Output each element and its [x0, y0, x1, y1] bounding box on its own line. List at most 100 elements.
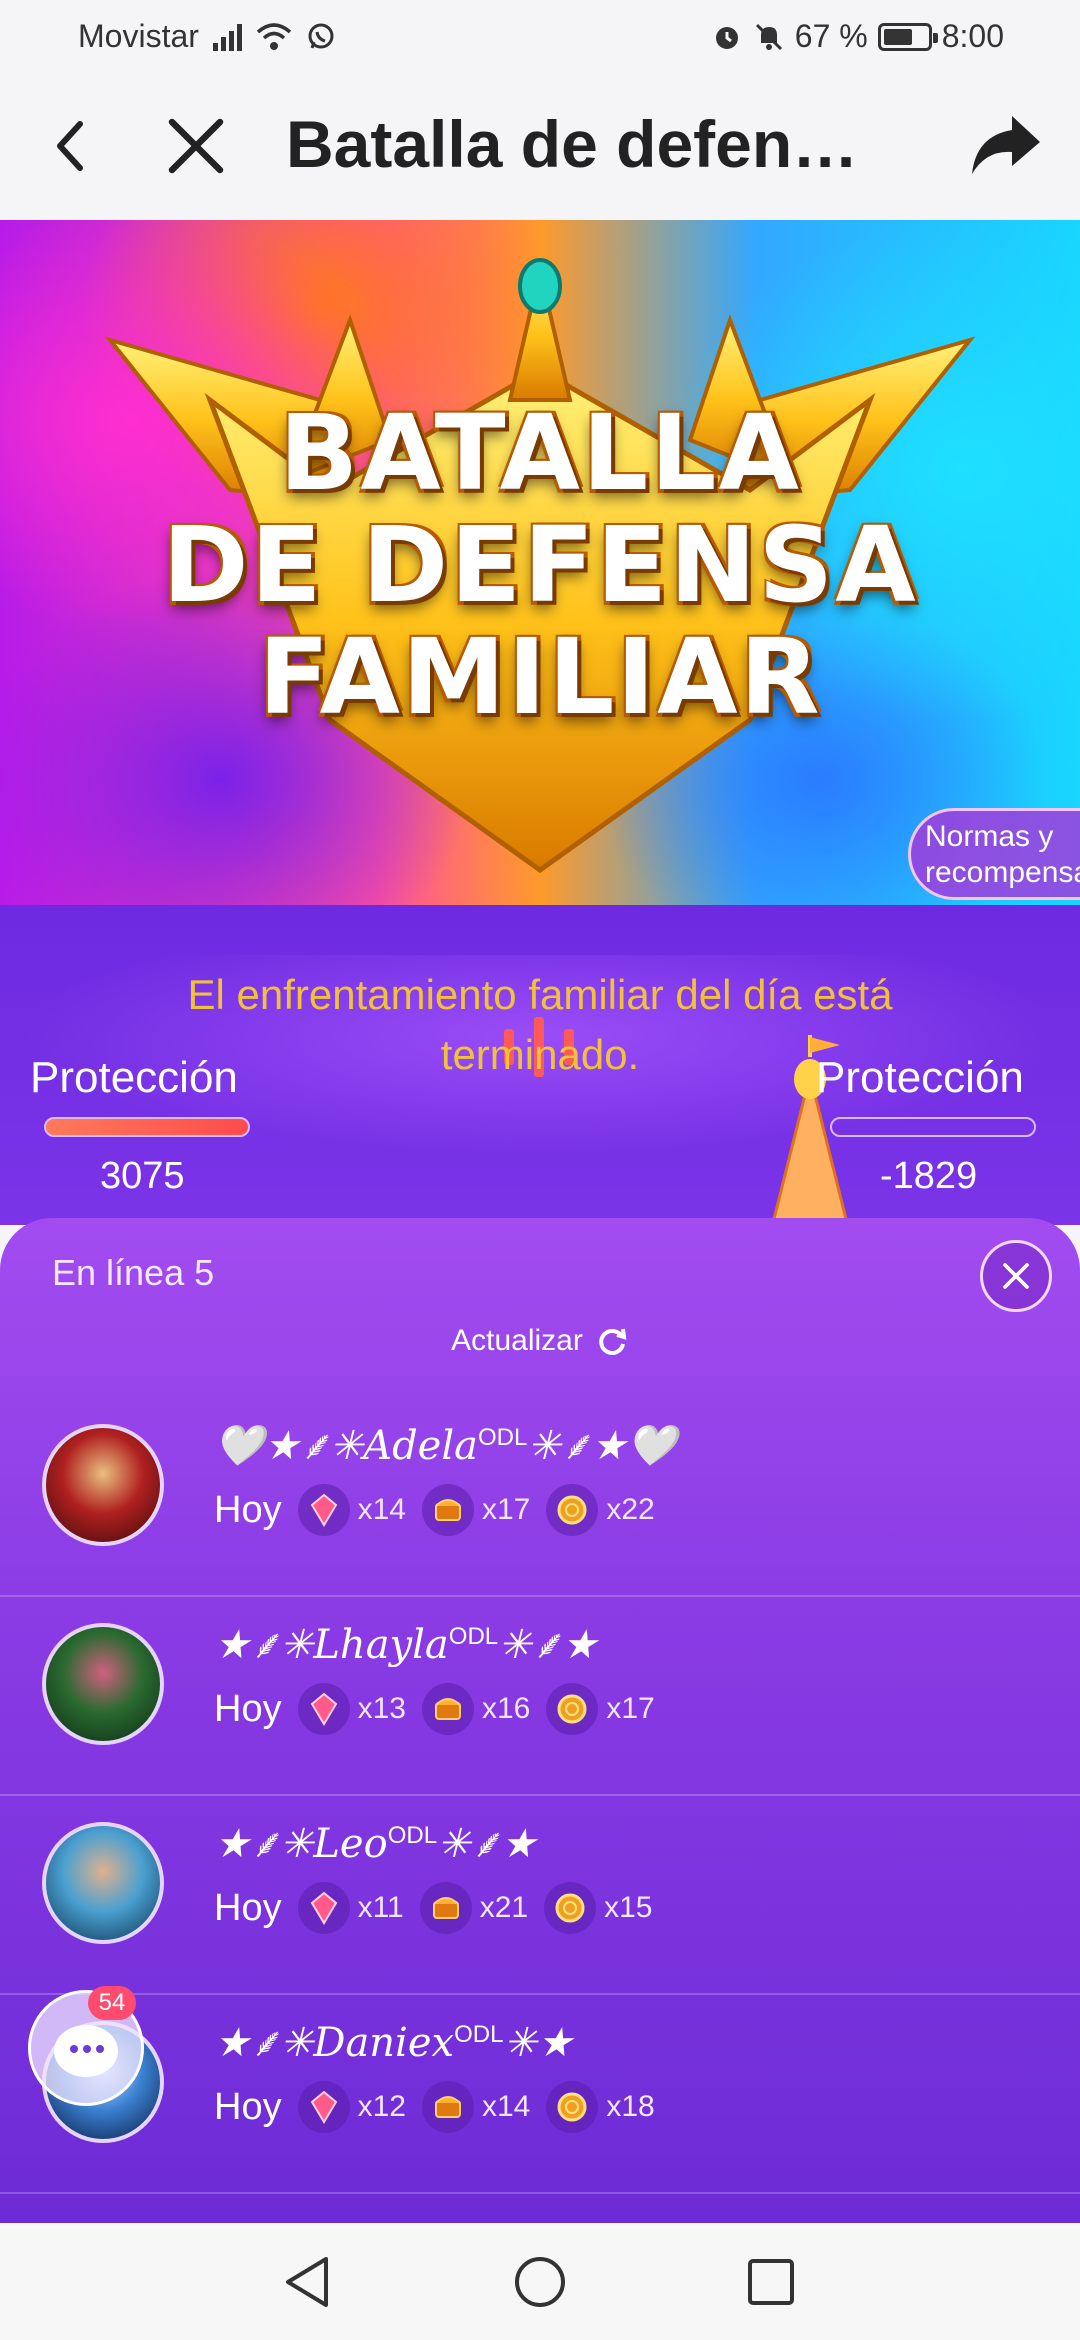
left-protection-score: 3075 — [100, 1155, 185, 1197]
member-row[interactable]: ★⸙✳LhaylaODL✳⸙★ Hoy x13 x16 x17 — [0, 1597, 1080, 1796]
member-stat-count: x11 — [357, 1891, 404, 1924]
member-last-seen: Hoy — [214, 1687, 282, 1730]
member-stat: x15 — [544, 1882, 652, 1934]
member-stat-count: x14 — [357, 1493, 406, 1526]
member-stat: x14 — [297, 1484, 406, 1536]
system-nav-bar — [0, 2223, 1080, 2340]
nav-back-icon[interactable] — [276, 2249, 342, 2315]
member-family-tag: ODL — [477, 1424, 528, 1451]
battle-panel: El enfrentamiento familiar del día está … — [0, 905, 1080, 1225]
gold-coin-icon — [546, 1683, 599, 1735]
member-name: ★⸙✳DaniexODL✳★ — [214, 2013, 573, 2068]
member-name: 🤍★⸙✳AdelaODL✳⸙★🤍 — [214, 1416, 677, 1471]
member-stat: x16 — [421, 1683, 531, 1735]
member-stats: Hoy x14 x17 x22 — [214, 1484, 671, 1536]
member-stat: x17 — [421, 1484, 531, 1536]
member-name-text: ★⸙✳Leo — [214, 1821, 388, 1867]
member-name-suffix: ✳⸙★ — [437, 1821, 537, 1867]
status-right: 67 % 8:00 — [711, 18, 1004, 55]
member-stat: x17 — [546, 1683, 655, 1735]
member-stats: Hoy x12 x14 x18 — [214, 2081, 671, 2133]
alarm-icon — [715, 26, 738, 49]
treasure-chest-icon — [421, 1484, 474, 1536]
member-last-seen: Hoy — [214, 1488, 282, 1531]
member-stat-count: x17 — [481, 1493, 531, 1526]
member-row[interactable]: ★⸙✳LeoODL✳⸙★ Hoy x11 x21 x15 — [0, 1796, 1080, 1995]
left-protection-bar — [44, 1117, 250, 1137]
back-arrow-icon[interactable] — [40, 106, 104, 186]
member-stat: x12 — [297, 2081, 406, 2133]
member-last-seen: Hoy — [214, 1886, 282, 1929]
member-stats: Hoy x13 x16 x17 — [214, 1683, 671, 1735]
battery-icon — [877, 22, 938, 51]
member-last-seen: Hoy — [214, 2085, 282, 2128]
rules-rewards-button[interactable]: Normas y recompensa — [908, 808, 1080, 900]
right-protection-score: -1829 — [880, 1155, 978, 1197]
refresh-icon — [599, 1328, 627, 1355]
close-icon[interactable] — [158, 106, 234, 186]
left-protection-label: Protección — [30, 1053, 238, 1102]
wifi-icon — [256, 22, 292, 50]
member-stat: x18 — [546, 2081, 655, 2133]
member-family-tag: ODL — [387, 1822, 438, 1849]
sheet-close-icon[interactable] — [980, 1240, 1052, 1312]
treasure-chest-icon — [421, 1683, 474, 1735]
signal-icon — [212, 23, 242, 51]
app-bar: Batalla de defen… — [0, 72, 1080, 220]
member-stat-count: x14 — [481, 2090, 531, 2123]
battery-percent: 67 % — [794, 18, 868, 54]
nav-home-icon[interactable] — [507, 2249, 573, 2315]
event-banner: BATALLA DE DEFENSA FAMILIAR Normas y rec… — [0, 220, 1080, 905]
member-avatar[interactable] — [42, 1822, 164, 1944]
member-name-suffix: ✳⸙★ — [498, 1622, 598, 1668]
crystal-gem-icon — [297, 1882, 350, 1934]
member-family-tag: ODL — [454, 2021, 504, 2048]
whatsapp-icon — [308, 23, 334, 48]
online-members-sheet: En línea 5 Actualizar 🤍★⸙✳AdelaODL✳⸙★🤍 Ho… — [0, 1218, 1080, 2223]
member-stat-count: x13 — [357, 1692, 406, 1725]
treasure-chest-icon — [421, 2081, 474, 2133]
member-name-text: ★⸙✳Lhayla — [214, 1622, 449, 1668]
crystal-gem-icon — [297, 1683, 350, 1735]
member-avatar[interactable] — [42, 1424, 164, 1546]
member-name-text: 🤍★⸙✳Adela — [214, 1423, 478, 1469]
carrier-name: Movistar — [78, 18, 199, 54]
member-stat-count: x15 — [604, 1891, 653, 1924]
member-avatar[interactable] — [42, 1623, 164, 1745]
member-stats: Hoy x11 x21 x15 — [214, 1882, 668, 1934]
nav-recents-icon[interactable] — [738, 2249, 804, 2315]
member-name-suffix: ✳★ — [503, 2020, 573, 2066]
member-row[interactable]: ★⸙✳DaniexODL✳★ Hoy x12 x14 x18 — [0, 1995, 1080, 2194]
right-protection-label: Protección — [816, 1053, 1024, 1102]
battery-fill — [883, 28, 912, 45]
gold-coin-icon — [546, 1484, 599, 1536]
member-stat-count: x16 — [481, 1692, 531, 1725]
member-stat-count: x17 — [606, 1692, 655, 1725]
member-name-suffix: ✳⸙★🤍 — [527, 1423, 677, 1469]
mute-icon — [755, 23, 782, 50]
member-stat: x13 — [297, 1683, 406, 1735]
member-stat: x21 — [419, 1882, 528, 1934]
member-stat-count: x18 — [606, 2090, 655, 2123]
banner-title-line2: DE DEFENSA — [162, 504, 918, 626]
member-family-tag: ODL — [448, 1623, 499, 1650]
member-name: ★⸙✳LeoODL✳⸙★ — [214, 1814, 536, 1869]
member-row[interactable]: 🤍★⸙✳AdelaODL✳⸙★🤍 Hoy x14 x17 x22 — [0, 1398, 1080, 1597]
banner-title-line1: BATALLA — [278, 392, 802, 514]
banner-title-line3: FAMILIAR — [258, 616, 822, 738]
refresh-label: Actualizar — [451, 1324, 583, 1357]
share-icon[interactable] — [966, 106, 1046, 186]
gold-coin-icon — [544, 1882, 597, 1934]
member-stat: x22 — [546, 1484, 655, 1536]
member-stat: x14 — [421, 2081, 531, 2133]
members-list: 🤍★⸙✳AdelaODL✳⸙★🤍 Hoy x14 x17 x22 ★⸙✳LhaylaODL… — [0, 1398, 1080, 2194]
crystal-gem-icon — [297, 1484, 350, 1536]
member-name: ★⸙✳LhaylaODL✳⸙★ — [214, 1615, 598, 1670]
right-protection-bar — [830, 1117, 1036, 1137]
status-bar: Movistar 67 % 8:00 — [0, 0, 1080, 72]
refresh-button[interactable]: Actualizar — [0, 1324, 1080, 1358]
member-stat-count: x22 — [606, 1493, 655, 1526]
gold-coin-icon — [546, 2081, 599, 2133]
status-left: Movistar — [78, 18, 336, 55]
member-name-text: ★⸙✳Daniex — [214, 2020, 455, 2066]
